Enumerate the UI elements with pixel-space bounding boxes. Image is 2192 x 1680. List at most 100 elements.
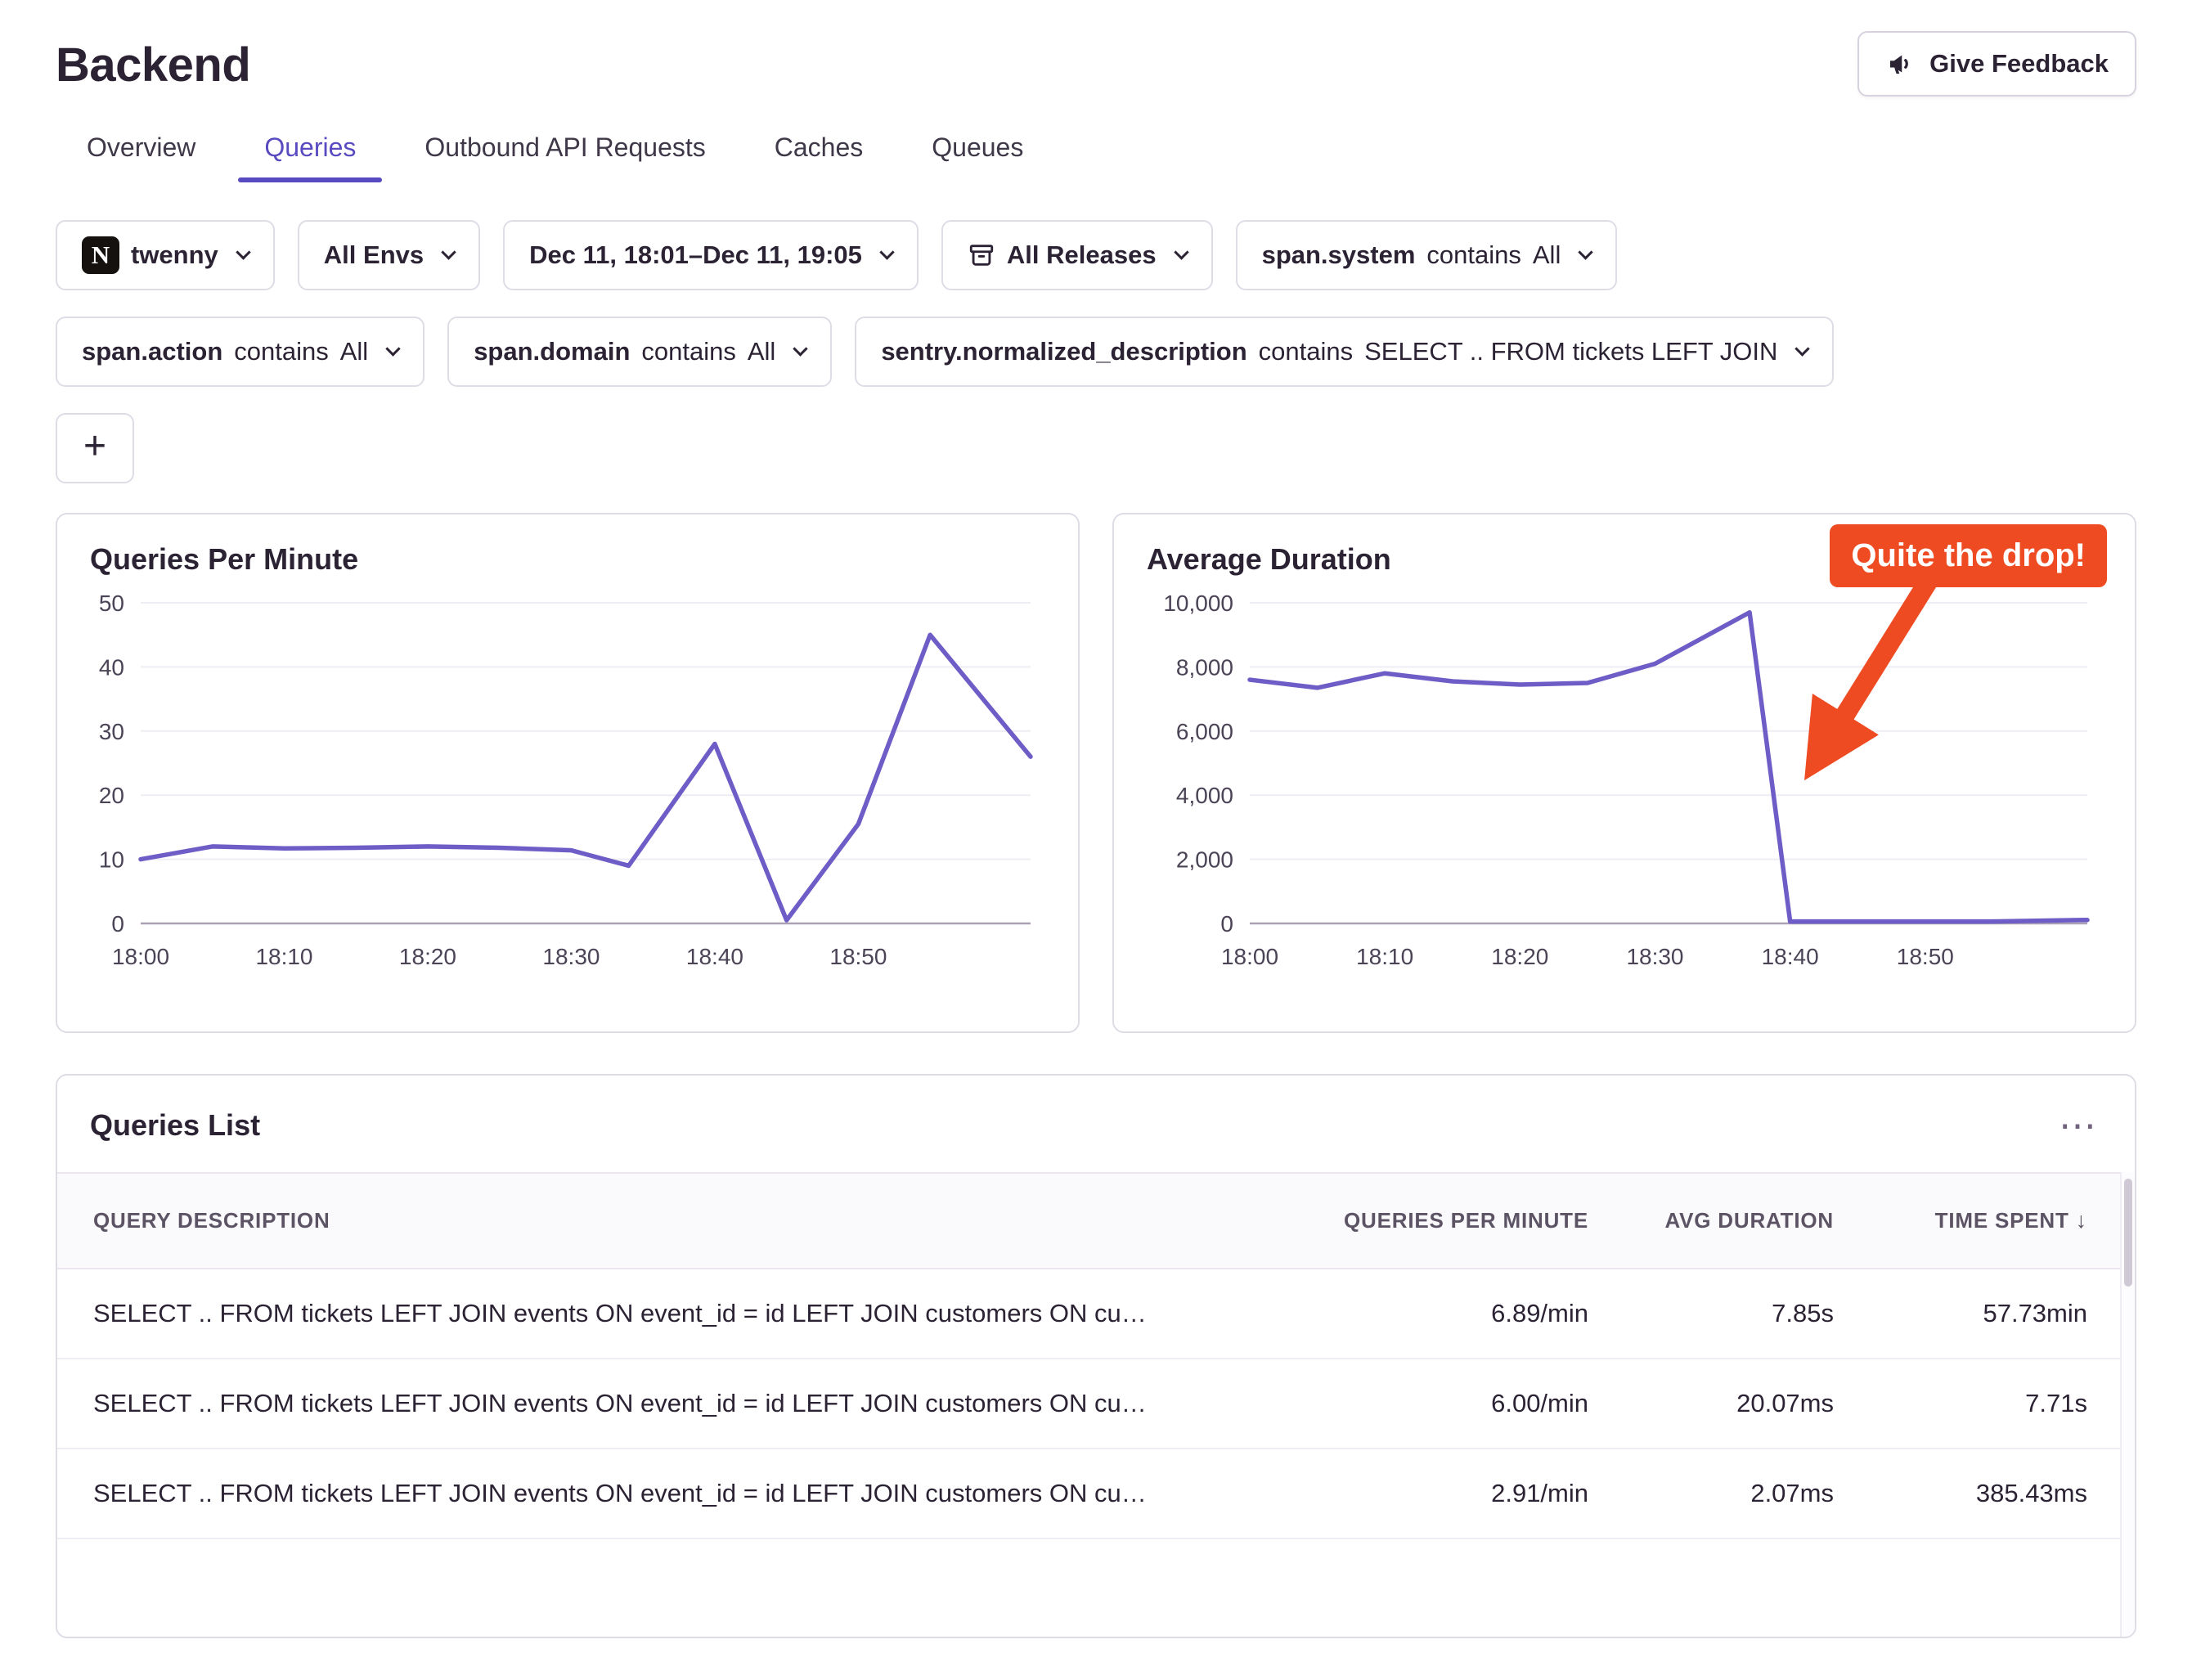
svg-text:0: 0	[1220, 911, 1233, 937]
environment-filter-label: All Envs	[324, 240, 424, 270]
span-action-operator: contains	[234, 337, 328, 366]
environment-filter-button[interactable]: All Envs	[298, 220, 480, 290]
avg-duration-cell: 20.07ms	[1588, 1359, 1834, 1449]
tab-caches[interactable]: Caches	[743, 121, 895, 182]
add-filter-button[interactable]: +	[56, 413, 134, 483]
queries-list-title: Queries List	[90, 1107, 260, 1143]
chevron-down-icon	[441, 245, 456, 259]
filter-bar: N twenny All Envs Dec 11, 18:01–Dec 11, …	[56, 220, 2136, 483]
date-range-filter-button[interactable]: Dec 11, 18:01–Dec 11, 19:05	[503, 220, 919, 290]
normalized-description-value: SELECT .. FROM tickets LEFT JOIN	[1364, 337, 1777, 366]
average-duration-chart[interactable]: 02,0004,0006,0008,00010,00018:0018:1018:…	[1147, 583, 2102, 992]
filter-row-1: N twenny All Envs Dec 11, 18:01–Dec 11, …	[56, 220, 2136, 290]
column-header-time-spent[interactable]: TIME SPENT↓	[1834, 1173, 2120, 1269]
annotation-text: Quite the drop!	[1851, 537, 2086, 573]
project-logo-icon: N	[82, 236, 119, 274]
svg-text:10,000: 10,000	[1163, 591, 1233, 616]
tab-overview[interactable]: Overview	[56, 121, 227, 182]
project-filter-button[interactable]: N twenny	[56, 220, 275, 290]
queries-per-minute-chart[interactable]: 0102030405018:0018:1018:2018:3018:4018:5…	[90, 583, 1045, 992]
table-row[interactable]: SELECT .. FROM tickets LEFT JOIN events …	[57, 1359, 2120, 1449]
chevron-down-icon	[793, 341, 808, 356]
overflow-menu-button[interactable]: ⋯	[2055, 1107, 2102, 1144]
avg-duration-cell: 2.07ms	[1588, 1449, 1834, 1539]
chevron-down-icon	[1579, 245, 1593, 259]
svg-text:20: 20	[99, 783, 124, 808]
query-description-cell[interactable]: SELECT .. FROM tickets LEFT JOIN events …	[57, 1269, 1237, 1359]
svg-text:40: 40	[99, 654, 124, 680]
annotation-label: Quite the drop!	[1830, 524, 2107, 587]
chevron-down-icon	[1795, 341, 1810, 356]
time-spent-label: TIME SPENT	[1935, 1208, 2069, 1233]
chevron-down-icon	[236, 245, 250, 259]
svg-text:18:00: 18:00	[1221, 944, 1278, 969]
page-header: Backend Give Feedback	[56, 31, 2136, 97]
tab-queues[interactable]: Queues	[901, 121, 1054, 182]
svg-text:2,000: 2,000	[1176, 847, 1233, 873]
queries-per-minute-cell: 2.91/min	[1237, 1449, 1588, 1539]
svg-text:6,000: 6,000	[1176, 719, 1233, 744]
span-system-filter-button[interactable]: span.system contains All	[1236, 220, 1618, 290]
svg-text:18:50: 18:50	[1897, 944, 1954, 969]
plus-icon: +	[83, 424, 106, 469]
table-row[interactable]: SELECT .. FROM tickets LEFT JOIN events …	[57, 1269, 2120, 1359]
span-domain-value: All	[748, 337, 775, 366]
svg-text:18:10: 18:10	[1356, 944, 1413, 969]
date-range-label: Dec 11, 18:01–Dec 11, 19:05	[529, 240, 862, 270]
svg-text:18:10: 18:10	[255, 944, 312, 969]
svg-text:10: 10	[99, 847, 124, 873]
filter-row-3: +	[56, 413, 2136, 483]
svg-text:8,000: 8,000	[1176, 654, 1233, 680]
project-filter-label: twenny	[131, 240, 218, 270]
span-action-filter-button[interactable]: span.action contains All	[56, 317, 424, 387]
svg-text:18:40: 18:40	[1762, 944, 1819, 969]
span-action-key: span.action	[82, 337, 222, 366]
column-header-query-description[interactable]: QUERY DESCRIPTION	[57, 1173, 1237, 1269]
charts-row: Queries Per Minute 0 10 20 30 40 50 18:00 18:10…	[56, 513, 2136, 1033]
releases-icon	[968, 241, 995, 269]
queries-list-header: Queries List ⋯	[57, 1076, 2135, 1172]
queries-per-minute-cell: 6.00/min	[1237, 1359, 1588, 1449]
filter-row-2: span.action contains All span.domain con…	[56, 317, 2136, 387]
tab-bar: Overview Queries Outbound API Requests C…	[56, 121, 2136, 182]
queries-per-minute-cell: 6.89/min	[1237, 1269, 1588, 1359]
normalized-description-key: sentry.normalized_description	[881, 337, 1246, 366]
table-scrollbar-thumb[interactable]	[2124, 1179, 2132, 1287]
span-system-value: All	[1533, 240, 1561, 270]
column-header-avg-duration[interactable]: AVG DURATION	[1588, 1173, 1834, 1269]
column-header-queries-per-minute[interactable]: QUERIES PER MINUTE	[1237, 1173, 1588, 1269]
svg-text:18:40: 18:40	[686, 944, 743, 969]
svg-text:50: 50	[99, 591, 124, 616]
queries-per-minute-panel: Queries Per Minute 0 10 20 30 40 50 18:00 18:10…	[56, 513, 1080, 1033]
table-scrollbar[interactable]	[2120, 1172, 2135, 1637]
svg-text:18:30: 18:30	[1626, 944, 1683, 969]
releases-filter-label: All Releases	[1007, 240, 1157, 270]
normalized-description-filter-button[interactable]: sentry.normalized_description contains S…	[855, 317, 1834, 387]
tab-queries[interactable]: Queries	[233, 121, 387, 182]
avg-duration-cell: 7.85s	[1588, 1269, 1834, 1359]
span-domain-key: span.domain	[474, 337, 630, 366]
svg-text:18:00: 18:00	[112, 944, 169, 969]
svg-text:0: 0	[111, 911, 124, 937]
releases-filter-button[interactable]: All Releases	[941, 220, 1213, 290]
time-spent-cell: 7.71s	[1834, 1359, 2120, 1449]
table-header-row: QUERY DESCRIPTION QUERIES PER MINUTE AVG…	[57, 1173, 2120, 1269]
backend-insights-page: Backend Give Feedback Overview Queries O…	[0, 0, 2192, 1638]
table-row[interactable]: SELECT .. FROM tickets LEFT JOIN events …	[57, 1449, 2120, 1539]
queries-per-minute-title: Queries Per Minute	[90, 542, 1045, 577]
tab-outbound-api-requests[interactable]: Outbound API Requests	[393, 121, 736, 182]
give-feedback-button[interactable]: Give Feedback	[1857, 31, 2136, 97]
query-description-cell[interactable]: SELECT .. FROM tickets LEFT JOIN events …	[57, 1359, 1237, 1449]
time-spent-cell: 385.43ms	[1834, 1449, 2120, 1539]
chevron-down-icon	[1174, 245, 1188, 259]
page-title: Backend	[56, 38, 250, 93]
normalized-description-operator: contains	[1259, 337, 1353, 366]
svg-text:30: 30	[99, 719, 124, 744]
span-domain-filter-button[interactable]: span.domain contains All	[447, 317, 832, 387]
give-feedback-label: Give Feedback	[1929, 49, 2109, 79]
megaphone-icon	[1885, 49, 1915, 79]
query-description-cell[interactable]: SELECT .. FROM tickets LEFT JOIN events …	[57, 1449, 1237, 1539]
span-system-key: span.system	[1262, 240, 1416, 270]
span-action-value: All	[340, 337, 368, 366]
queries-list-panel: Queries List ⋯ QUERY DESCRIPTION QUERIES…	[56, 1074, 2136, 1638]
